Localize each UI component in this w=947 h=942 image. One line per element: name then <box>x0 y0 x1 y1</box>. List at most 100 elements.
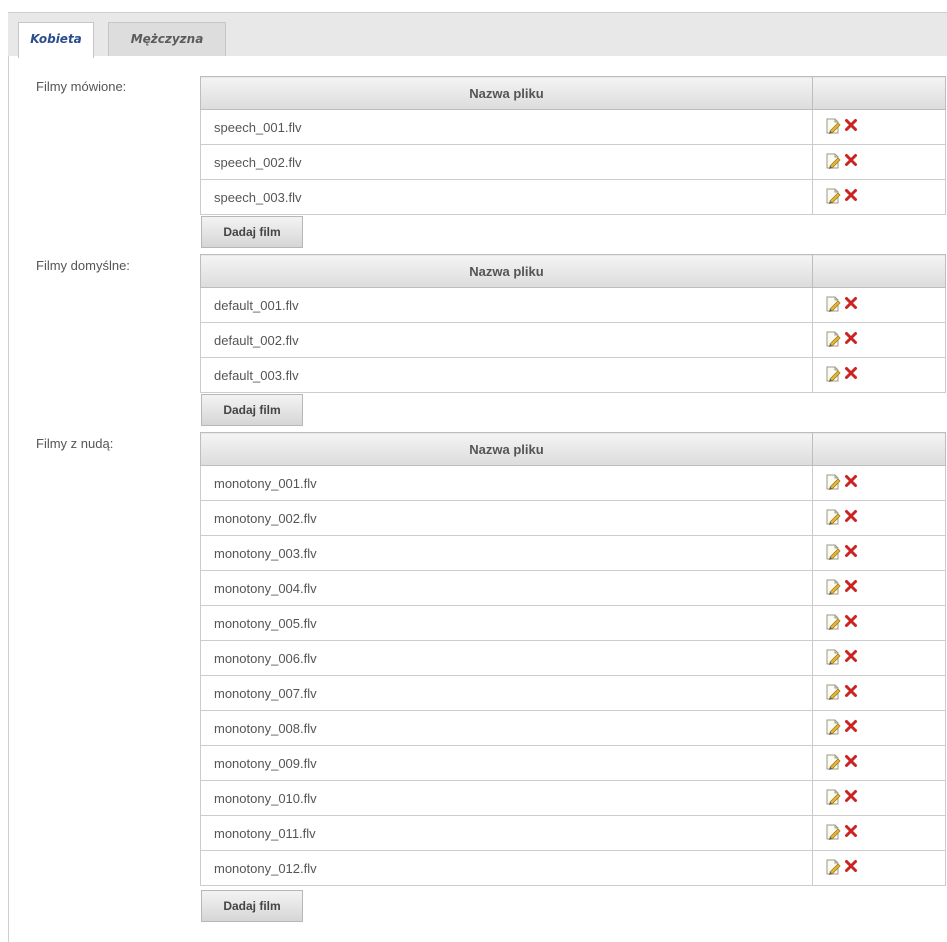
delete-icon[interactable] <box>844 188 860 204</box>
table-row: default_003.flv <box>200 357 946 393</box>
table-row: monotony_004.flv <box>200 570 946 606</box>
file-name-cell: monotony_011.flv <box>200 815 813 851</box>
row-actions <box>825 544 860 560</box>
actions-cell <box>812 535 946 571</box>
actions-cell <box>812 745 946 781</box>
file-name-cell: default_003.flv <box>200 357 813 393</box>
delete-icon[interactable] <box>844 296 860 312</box>
row-actions <box>825 474 860 490</box>
speech-files-table: Nazwa pliku speech_001.flv speech_002.flv… <box>200 76 946 215</box>
file-name-cell: monotony_006.flv <box>200 640 813 676</box>
monotony-files-table: Nazwa pliku monotony_001.flv monotony_002… <box>200 432 946 886</box>
edit-icon[interactable] <box>825 754 841 770</box>
edit-icon[interactable] <box>825 824 841 840</box>
actions-cell <box>812 780 946 816</box>
row-actions <box>825 366 860 382</box>
table-row: default_002.flv <box>200 322 946 358</box>
table-row: speech_001.flv <box>200 109 946 145</box>
edit-icon[interactable] <box>825 649 841 665</box>
edit-icon[interactable] <box>825 153 841 169</box>
table-row: monotony_002.flv <box>200 500 946 536</box>
column-header-actions <box>812 76 946 110</box>
edit-icon[interactable] <box>825 118 841 134</box>
edit-icon[interactable] <box>825 789 841 805</box>
delete-icon[interactable] <box>844 754 860 770</box>
file-name-cell: speech_001.flv <box>200 109 813 145</box>
edit-icon[interactable] <box>825 719 841 735</box>
delete-icon[interactable] <box>844 153 860 169</box>
delete-icon[interactable] <box>844 684 860 700</box>
column-header-actions <box>812 432 946 466</box>
actions-cell <box>812 144 946 180</box>
actions-cell <box>812 465 946 501</box>
delete-icon[interactable] <box>844 719 860 735</box>
file-name-cell: monotony_001.flv <box>200 465 813 501</box>
file-name-cell: monotony_008.flv <box>200 710 813 746</box>
file-name-cell: monotony_009.flv <box>200 745 813 781</box>
delete-icon[interactable] <box>844 118 860 134</box>
delete-icon[interactable] <box>844 579 860 595</box>
edit-icon[interactable] <box>825 579 841 595</box>
delete-icon[interactable] <box>844 824 860 840</box>
default-files-table: Nazwa pliku default_001.flv default_002.f… <box>200 254 946 393</box>
delete-icon[interactable] <box>844 331 860 347</box>
row-actions <box>825 579 860 595</box>
edit-icon[interactable] <box>825 684 841 700</box>
delete-icon[interactable] <box>844 474 860 490</box>
actions-cell <box>812 850 946 886</box>
row-actions <box>825 684 860 700</box>
section-label-monotony: Filmy z nudą: <box>36 436 114 451</box>
table-row: speech_003.flv <box>200 179 946 215</box>
edit-icon[interactable] <box>825 331 841 347</box>
delete-icon[interactable] <box>844 614 860 630</box>
delete-icon[interactable] <box>844 366 860 382</box>
content-frame-border <box>8 12 9 942</box>
table-row: monotony_010.flv <box>200 780 946 816</box>
add-film-button-default[interactable]: Dadaj film <box>201 394 303 426</box>
table-row: default_001.flv <box>200 287 946 323</box>
file-name-cell: default_002.flv <box>200 322 813 358</box>
edit-icon[interactable] <box>825 296 841 312</box>
column-header-actions <box>812 254 946 288</box>
row-actions <box>825 331 860 347</box>
edit-icon[interactable] <box>825 509 841 525</box>
edit-icon[interactable] <box>825 859 841 875</box>
actions-cell <box>812 109 946 145</box>
delete-icon[interactable] <box>844 544 860 560</box>
actions-cell <box>812 640 946 676</box>
row-actions <box>825 153 860 169</box>
file-name-cell: monotony_007.flv <box>200 675 813 711</box>
row-actions <box>825 614 860 630</box>
column-header-filename: Nazwa pliku <box>200 76 813 110</box>
actions-cell <box>812 357 946 393</box>
column-header-filename: Nazwa pliku <box>200 254 813 288</box>
actions-cell <box>812 675 946 711</box>
table-body: speech_001.flv speech_002.flv speech_003.f… <box>200 109 946 215</box>
section-label-default: Filmy domyślne: <box>36 258 130 273</box>
add-film-button-speech[interactable]: Dadaj film <box>201 216 303 248</box>
delete-icon[interactable] <box>844 859 860 875</box>
file-name-cell: speech_003.flv <box>200 179 813 215</box>
table-row: monotony_009.flv <box>200 745 946 781</box>
row-actions <box>825 118 860 134</box>
row-actions <box>825 754 860 770</box>
tab-kobieta[interactable]: Kobieta <box>18 22 94 58</box>
table-row: monotony_012.flv <box>200 850 946 886</box>
edit-icon[interactable] <box>825 366 841 382</box>
tab-mezczyzna[interactable]: Mężczyzna <box>108 22 226 56</box>
delete-icon[interactable] <box>844 509 860 525</box>
delete-icon[interactable] <box>844 649 860 665</box>
edit-icon[interactable] <box>825 544 841 560</box>
actions-cell <box>812 179 946 215</box>
edit-icon[interactable] <box>825 614 841 630</box>
edit-icon[interactable] <box>825 474 841 490</box>
actions-cell <box>812 710 946 746</box>
table-row: monotony_001.flv <box>200 465 946 501</box>
table-row: speech_002.flv <box>200 144 946 180</box>
edit-icon[interactable] <box>825 188 841 204</box>
row-actions <box>825 509 860 525</box>
actions-cell <box>812 570 946 606</box>
delete-icon[interactable] <box>844 789 860 805</box>
tab-bar: Kobieta Mężczyzna <box>8 12 947 58</box>
add-film-button-monotony[interactable]: Dadaj film <box>201 890 303 922</box>
